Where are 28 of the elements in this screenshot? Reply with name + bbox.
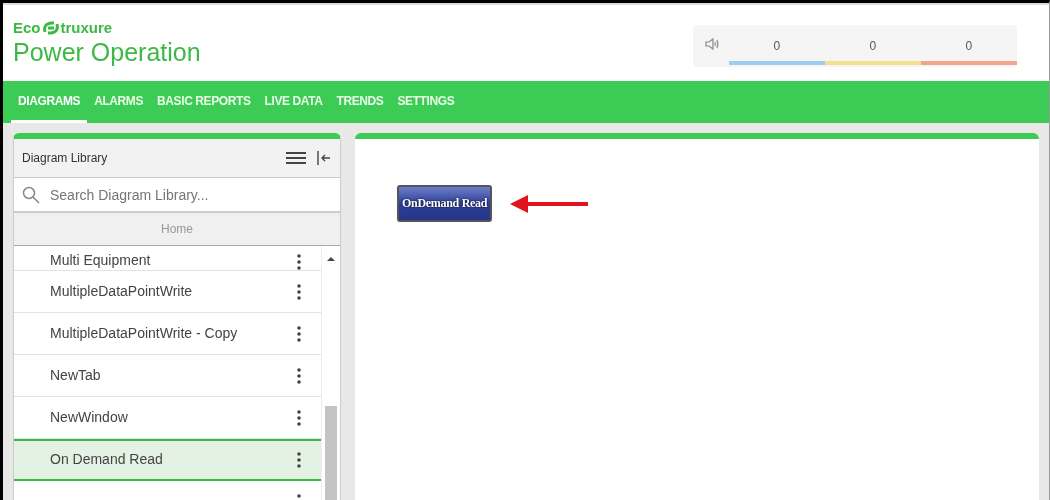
logo-text: truxure bbox=[60, 19, 113, 36]
speaker-icon[interactable] bbox=[705, 37, 721, 51]
diagram-list-item[interactable]: On Demand Read bbox=[14, 439, 321, 481]
diagram-list-item[interactable]: MultipleDataPointWrite - Copy bbox=[14, 313, 321, 355]
scrollbar[interactable] bbox=[321, 246, 340, 500]
scroll-up-icon[interactable] bbox=[327, 256, 335, 262]
kebab-menu-icon[interactable] bbox=[297, 254, 301, 270]
kebab-menu-icon[interactable] bbox=[297, 325, 301, 342]
kebab-menu-icon[interactable] bbox=[297, 283, 301, 300]
logo-text: Eco bbox=[13, 19, 41, 36]
logo-icon bbox=[41, 19, 60, 36]
alarm-count[interactable]: 0 bbox=[869, 39, 877, 61]
arrow-icon bbox=[508, 192, 591, 215]
menu-icon[interactable] bbox=[286, 151, 306, 165]
kebab-menu-icon[interactable] bbox=[297, 452, 301, 468]
kebab-menu-icon[interactable] bbox=[297, 409, 301, 426]
on-demand-read-button[interactable]: OnDemand Read bbox=[397, 185, 493, 222]
diagram-list-item[interactable]: Multi Equipment bbox=[14, 246, 321, 271]
panel-title: Diagram Library bbox=[22, 151, 109, 165]
product-title: Power Operation bbox=[13, 38, 201, 67]
diagram-list-item[interactable]: MultipleDataPointWrite bbox=[14, 271, 321, 313]
alarm-count[interactable]: 0 bbox=[965, 39, 973, 61]
diagram-list-item[interactable]: NewTab bbox=[14, 355, 321, 397]
search-icon bbox=[22, 185, 40, 204]
kebab-menu-icon[interactable] bbox=[297, 367, 301, 384]
scrollbar-thumb[interactable] bbox=[325, 406, 337, 500]
alarm-count[interactable]: 0 bbox=[773, 39, 781, 61]
collapse-icon[interactable] bbox=[316, 150, 332, 166]
